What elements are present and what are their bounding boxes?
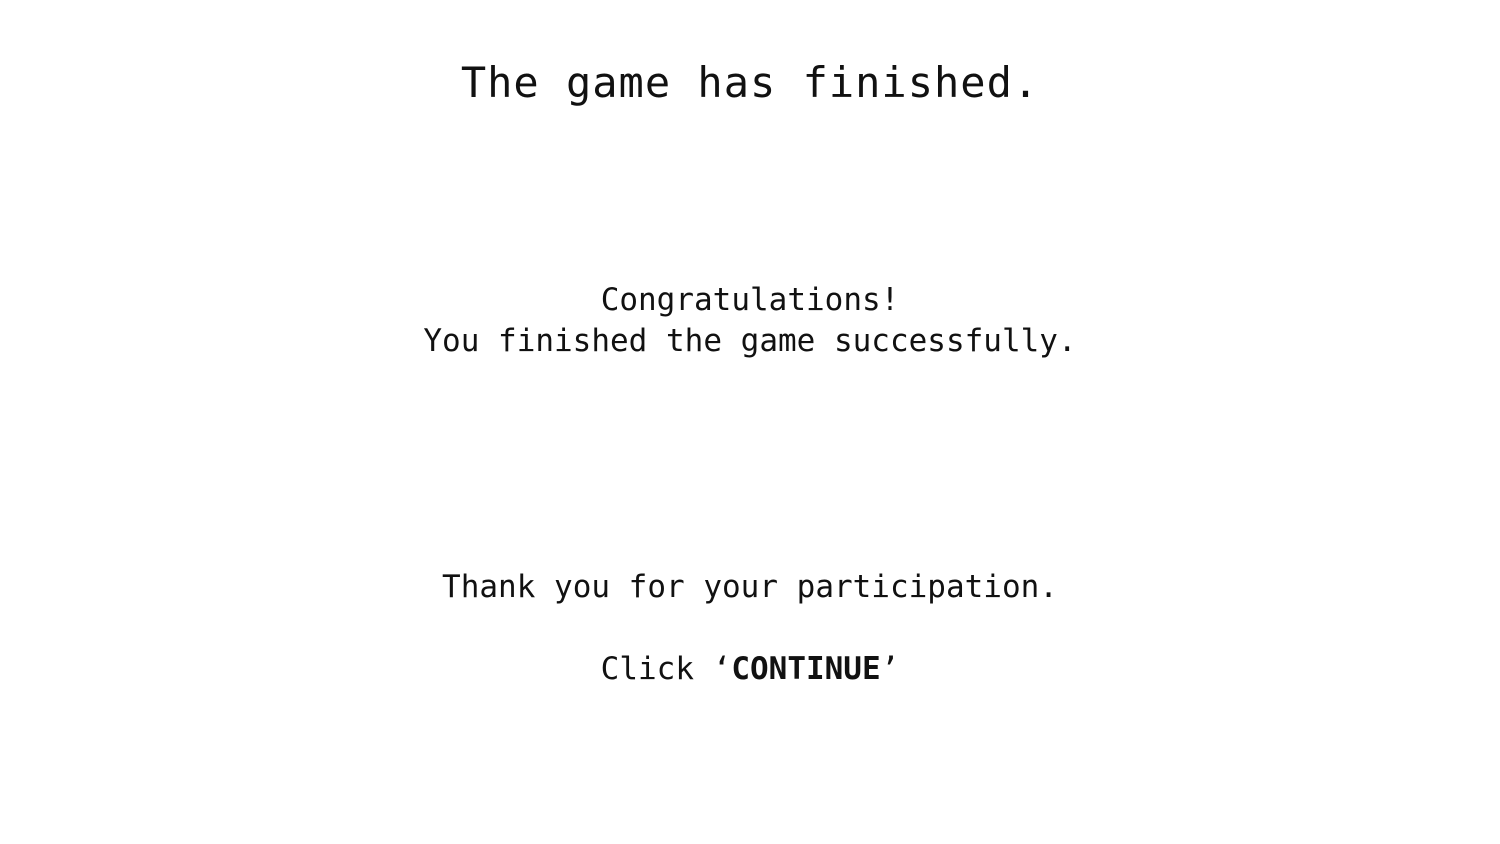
- congratulations-text: Congratulations!: [600, 282, 900, 318]
- game-finished-screen: The game has finished. Congratulations! …: [0, 0, 1500, 844]
- continue-instruction: Click ‘CONTINUE’: [0, 654, 1500, 685]
- thank-you-text: Thank you for your participation.: [442, 569, 1058, 605]
- instruction-suffix: ’: [880, 651, 900, 687]
- continue-keyword: CONTINUE: [731, 651, 881, 687]
- page-title: The game has finished.: [460, 58, 1040, 107]
- success-message: You finished the game successfully.: [423, 323, 1077, 359]
- instruction-prefix: Click ‘: [600, 651, 732, 687]
